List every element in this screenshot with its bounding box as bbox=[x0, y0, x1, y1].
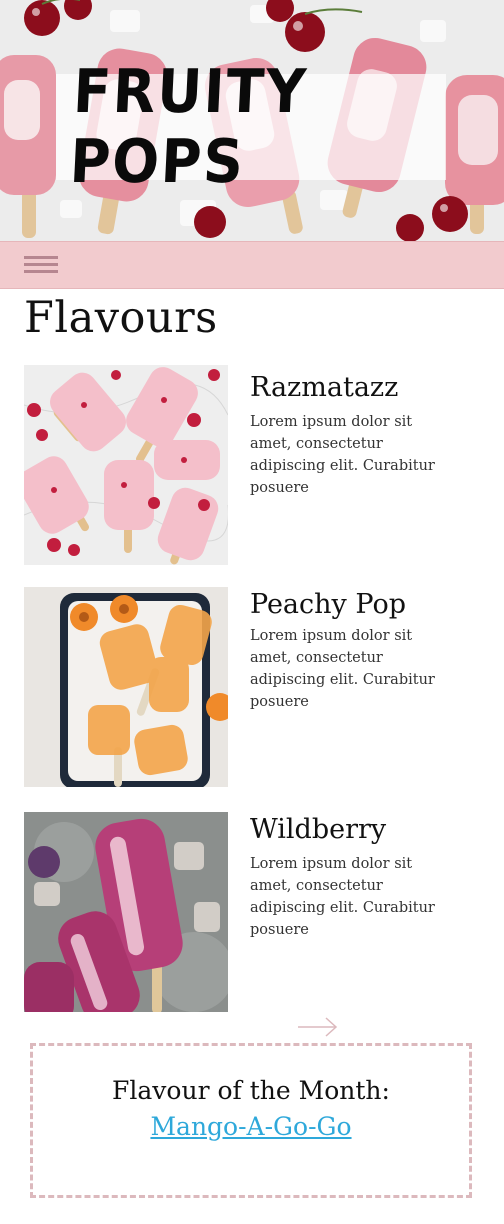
hamburger-menu-icon[interactable] bbox=[24, 256, 58, 276]
feature-label: Flavour of the Month: bbox=[112, 1076, 390, 1105]
wildberry-popsicles-photo[interactable] bbox=[24, 812, 228, 1012]
flavour-name[interactable]: Wildberry bbox=[250, 814, 386, 845]
flavour-description: Lorem ipsum dolor sit amet, consectetur … bbox=[250, 628, 435, 710]
flavour-of-the-month-box: Flavour of the Month: Mango-A-Go-Go bbox=[30, 1043, 472, 1198]
arrow-right-icon[interactable] bbox=[296, 1015, 340, 1039]
flavour-name[interactable]: Peachy Pop bbox=[250, 589, 406, 620]
peach-popsicles-photo[interactable] bbox=[24, 587, 228, 787]
logo-panel: FRUITY POPS bbox=[56, 57, 446, 197]
menu-line bbox=[24, 256, 58, 259]
menu-line bbox=[24, 270, 58, 273]
flavour-description: Lorem ipsum dolor sit amet, consectetur … bbox=[250, 856, 435, 938]
site-logo[interactable]: FRUITY POPS bbox=[68, 57, 434, 197]
hero-banner: FRUITY POPS bbox=[0, 0, 504, 241]
nav-bar bbox=[0, 241, 504, 289]
flavour-description: Lorem ipsum dolor sit amet, consectetur … bbox=[250, 414, 435, 496]
flavour-name[interactable]: Razmatazz bbox=[250, 372, 398, 403]
menu-line bbox=[24, 263, 58, 266]
raspberry-popsicles-photo[interactable] bbox=[24, 365, 228, 565]
page-title: Flavours bbox=[24, 293, 218, 343]
feature-link[interactable]: Mango-A-Go-Go bbox=[33, 1112, 469, 1141]
